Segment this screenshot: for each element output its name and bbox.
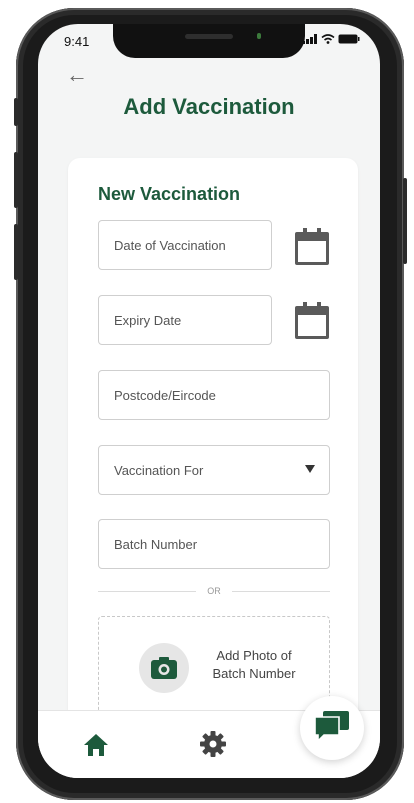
or-text: OR	[207, 586, 221, 596]
or-separator: OR	[98, 584, 330, 598]
expiry-date-placeholder: Expiry Date	[114, 312, 182, 328]
page-title: Add Vaccination	[123, 94, 295, 119]
volume-down-button	[14, 224, 18, 280]
chat-button[interactable]	[300, 696, 364, 760]
signal-icon	[302, 34, 317, 44]
back-arrow-icon[interactable]: ←	[66, 64, 88, 86]
home-icon[interactable]	[83, 733, 109, 757]
batch-number-field[interactable]: Batch Number	[98, 519, 330, 569]
add-photo-label: Add Photo of Batch Number	[199, 647, 309, 683]
calendar-icon[interactable]	[294, 302, 330, 340]
vaccination-form-card: New Vaccination Date of Vaccination Expi…	[68, 158, 358, 758]
status-icons	[302, 34, 360, 44]
notch	[113, 24, 305, 58]
camera-icon	[151, 657, 177, 679]
batch-number-placeholder: Batch Number	[114, 536, 198, 552]
power-button	[403, 178, 407, 264]
vaccination-for-value: Vaccination For	[114, 462, 204, 478]
postcode-field[interactable]: Postcode/Eircode	[98, 370, 330, 420]
camera-dot	[257, 33, 261, 39]
volume-up-button	[14, 152, 18, 208]
battery-icon	[338, 34, 360, 44]
form-title: New Vaccination	[98, 184, 241, 204]
dropdown-arrow-icon	[305, 465, 315, 473]
postcode-placeholder: Postcode/Eircode	[114, 387, 216, 403]
screen: 9:41 ← Add Vaccination New Vaccination D…	[38, 24, 380, 778]
speaker	[185, 34, 233, 39]
expiry-date-field[interactable]: Expiry Date	[98, 295, 272, 345]
date-of-vaccination-placeholder: Date of Vaccination	[114, 237, 226, 253]
status-time: 9:41	[64, 34, 90, 49]
vaccination-for-select[interactable]: Vaccination For	[98, 445, 330, 495]
add-photo-label-line2: Batch Number	[212, 666, 296, 681]
wifi-icon	[321, 34, 335, 44]
date-of-vaccination-field[interactable]: Date of Vaccination	[98, 220, 272, 270]
calendar-icon[interactable]	[294, 228, 330, 266]
gear-icon[interactable]	[200, 731, 226, 757]
mute-switch	[14, 98, 18, 126]
chat-icon	[315, 711, 349, 743]
camera-circle	[139, 643, 189, 693]
add-photo-label-line1: Add Photo of	[216, 648, 292, 663]
